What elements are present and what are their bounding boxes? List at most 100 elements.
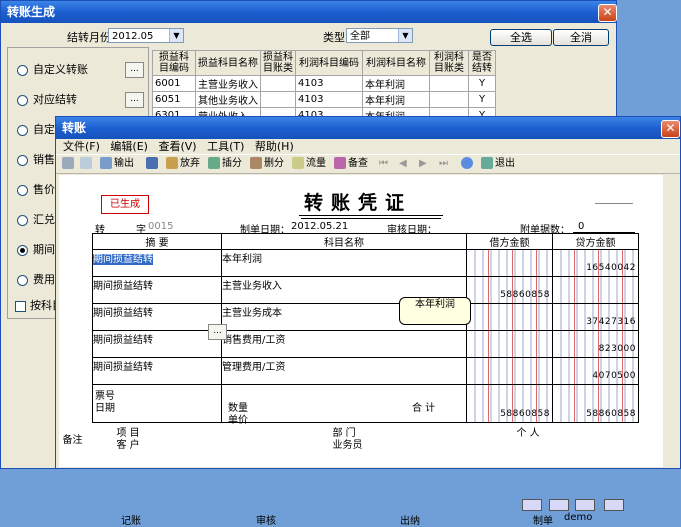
edit-icon[interactable] (575, 499, 595, 511)
attach-icon[interactable] (522, 499, 542, 511)
header-account: 科目名称 (221, 233, 467, 250)
cash-flow-button[interactable]: 流量 (292, 157, 326, 171)
grid-cell[interactable] (260, 91, 296, 108)
radio-dot[interactable] (17, 244, 28, 256)
voucher-entry-row[interactable]: 期间损益结转 销售费用/工资 823000 (92, 330, 639, 358)
entry-summary[interactable]: 期间损益结转 (92, 357, 222, 385)
maker-value: demo (564, 512, 593, 523)
date-value[interactable]: 2012.05.21 (291, 221, 348, 232)
chevron-down-icon[interactable]: ▼ (169, 29, 183, 42)
option-settings-button[interactable]: ... (125, 62, 144, 78)
save-icon[interactable] (146, 157, 160, 171)
option-settings-button[interactable]: ... (125, 92, 144, 108)
chevron-down-icon[interactable]: ▼ (398, 29, 412, 42)
voucher-entry-row[interactable]: 期间损益结转 主营业务收入 58860858 (92, 276, 639, 304)
entry-account[interactable]: 管理费用/工资 (221, 357, 467, 385)
entry-credit[interactable]: 37427316 (552, 303, 639, 331)
entry-debit[interactable] (466, 330, 553, 358)
undo-icon (166, 157, 178, 169)
radio-dot[interactable] (17, 274, 28, 286)
grid-header: 利润科目编码 (295, 50, 363, 76)
grid-cell[interactable]: 6051 (152, 91, 196, 108)
entry-credit[interactable]: 4070500 (552, 357, 639, 385)
voucher-number[interactable]: 0015 (148, 221, 173, 232)
voucher-table: 摘 要 科目名称 借方金额 贷方金额 期间损益结转 本年利润 16540042 期间损… (63, 233, 639, 451)
menu-file[interactable]: 文件(F) (63, 139, 100, 154)
entry-credit[interactable]: 823000 (552, 330, 639, 358)
grid-cell[interactable]: Y (468, 75, 496, 92)
grid-cell[interactable]: 主营业务收入 (195, 75, 261, 92)
entry-debit[interactable] (466, 357, 553, 385)
first-icon[interactable]: ⏮ (379, 157, 388, 171)
help-icon[interactable] (461, 157, 475, 171)
grid-cell[interactable] (429, 91, 469, 108)
checkbox-box[interactable] (15, 300, 26, 312)
window-title: 转账 (62, 121, 87, 135)
grid-cell[interactable]: 6001 (152, 75, 196, 92)
radio-dot[interactable] (17, 214, 28, 226)
close-icon[interactable]: ✕ (598, 4, 617, 22)
menu-view[interactable]: 查看(V) (158, 139, 196, 154)
entry-credit[interactable]: 16540042 (552, 249, 639, 277)
attachments-value[interactable]: 0 (578, 221, 584, 232)
entry-summary[interactable]: 期间损益结转 (92, 249, 222, 277)
grid-cell[interactable]: Y (468, 91, 496, 108)
radio-dot[interactable] (17, 64, 28, 76)
chevron-down-icon[interactable] (604, 499, 624, 511)
entry-summary[interactable]: 期间损益结转 (92, 330, 222, 358)
entry-account[interactable]: 销售费用/工资 (221, 330, 467, 358)
remark-row: 备注 项 目 客 户 部 门 业务员 个 人 (63, 422, 639, 451)
entry-debit[interactable] (466, 303, 553, 331)
memo-button[interactable]: 备查 (334, 157, 368, 171)
radio-dot[interactable] (17, 94, 28, 106)
preview-icon[interactable] (80, 157, 94, 171)
voucher-entry-row[interactable]: 期间损益结转 本年利润 16540042 (92, 249, 639, 277)
header-debit: 借方金额 (466, 233, 553, 250)
type-select[interactable]: 全部 ▼ (346, 28, 413, 43)
option-radio-2[interactable]: 对应结转 (17, 93, 77, 107)
close-icon[interactable]: ✕ (661, 120, 680, 138)
table-row[interactable]: 6051 其他业务收入 4103 本年利润 Y (152, 91, 496, 108)
delete-entry-button[interactable]: 删分 (250, 157, 284, 171)
month-select[interactable]: 2012.05 ▼ (108, 28, 184, 43)
account-lookup-button[interactable]: ... (208, 324, 227, 340)
menu-edit[interactable]: 编辑(E) (110, 139, 148, 154)
grid-cell[interactable]: 本年利润 (362, 75, 430, 92)
voucher-entry-row[interactable]: 期间损益结转 主营业务成本 37427316 (92, 303, 639, 331)
grid-cell[interactable] (260, 75, 296, 92)
entry-summary[interactable]: 期间损益结转 (92, 303, 222, 331)
entry-credit[interactable] (552, 276, 639, 304)
entry-account[interactable]: 本年利润 (221, 249, 467, 277)
output-button[interactable]: 输出 (100, 157, 134, 171)
abandon-button[interactable]: 放弃 (166, 157, 200, 171)
select-all-button[interactable]: 全选 (490, 29, 552, 46)
exit-button[interactable]: 退出 (481, 157, 515, 171)
audit-label: 审核 (256, 516, 276, 527)
prev-icon[interactable]: ◀ (399, 157, 407, 171)
grid-cell[interactable]: 4103 (295, 91, 363, 108)
vertical-scrollbar[interactable] (663, 175, 678, 467)
grid-cell[interactable]: 其他业务收入 (195, 91, 261, 108)
radio-dot[interactable] (17, 154, 28, 166)
insert-entry-button[interactable]: 插分 (208, 157, 242, 171)
radio-dot[interactable] (17, 184, 28, 196)
print-icon[interactable] (62, 157, 76, 171)
select-none-button[interactable]: 全消 (553, 29, 609, 46)
entry-summary[interactable]: 期间损益结转 (92, 276, 222, 304)
radio-dot[interactable] (17, 124, 28, 136)
last-icon[interactable]: ⏭ (439, 157, 448, 171)
entry-debit[interactable]: 58860858 (466, 276, 553, 304)
grid-cell[interactable] (429, 75, 469, 92)
table-row[interactable]: 6001 主营业务收入 4103 本年利润 Y (152, 75, 496, 92)
voucher-entry-row[interactable]: 期间损益结转 管理费用/工资 4070500 (92, 357, 639, 385)
grid-cell[interactable]: 4103 (295, 75, 363, 92)
entry-debit[interactable] (466, 249, 553, 277)
card-icon[interactable] (549, 499, 569, 511)
option-radio-1[interactable]: 自定义转账 (17, 63, 88, 77)
next-icon[interactable]: ▶ (419, 157, 427, 171)
menu-help[interactable]: 帮助(H) (255, 139, 294, 154)
menu-tools[interactable]: 工具(T) (207, 139, 244, 154)
total-row: 票号 日期 数量 单价合 计 58860858 58860858 (92, 384, 639, 426)
grid-cell[interactable]: 本年利润 (362, 91, 430, 108)
credit-amount: 16540042 (586, 263, 636, 273)
